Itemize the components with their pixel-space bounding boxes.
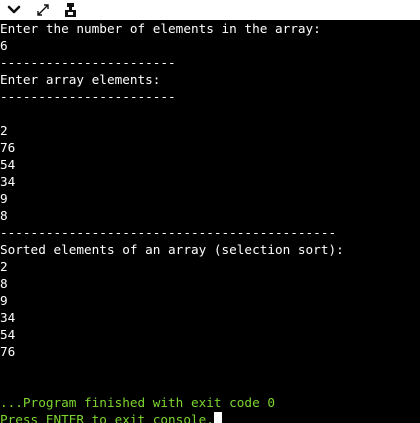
console-window: Enter the number of elements in the arra… [0, 0, 420, 423]
console-line: ----------------------------------------… [0, 225, 337, 240]
text-cursor [213, 412, 222, 423]
console-line: Enter array elements: [0, 72, 161, 87]
stdin-icon [65, 3, 76, 17]
console-line: 2 [0, 259, 8, 274]
console-line: 76 [0, 344, 16, 359]
console-line: ----------------------- [0, 55, 176, 70]
console-line: 9 [0, 293, 8, 308]
console-line: 76 [0, 140, 16, 155]
console-line: 6 [0, 38, 8, 53]
chevron-down-icon [7, 5, 21, 14]
console-line: Sorted elements of an array (selection s… [0, 242, 344, 257]
console-line: 34 [0, 174, 16, 189]
expand-icon [37, 4, 49, 16]
press-enter-line[interactable]: Press ENTER to exit console. [0, 411, 420, 423]
console-line: ----------------------- [0, 89, 176, 104]
console-line: Enter the number of elements in the arra… [0, 21, 321, 36]
press-enter-text: Press ENTER to exit console. [0, 412, 214, 423]
console-line: 54 [0, 327, 16, 342]
exit-status-line: ...Program finished with exit code 0 [0, 395, 275, 410]
console-line: 8 [0, 208, 8, 223]
console-line: 34 [0, 310, 16, 325]
collapse-console-button[interactable] [6, 2, 22, 18]
console-line: 8 [0, 276, 8, 291]
console-toolbar [0, 0, 420, 20]
console-line: 9 [0, 191, 8, 206]
console-line: 2 [0, 123, 8, 138]
console-line: 54 [0, 157, 16, 172]
console-output[interactable]: Enter the number of elements in the arra… [0, 20, 420, 423]
expand-console-button[interactable] [35, 2, 51, 18]
console-lines: Enter the number of elements in the arra… [0, 20, 420, 423]
stdin-settings-button[interactable] [63, 2, 79, 18]
